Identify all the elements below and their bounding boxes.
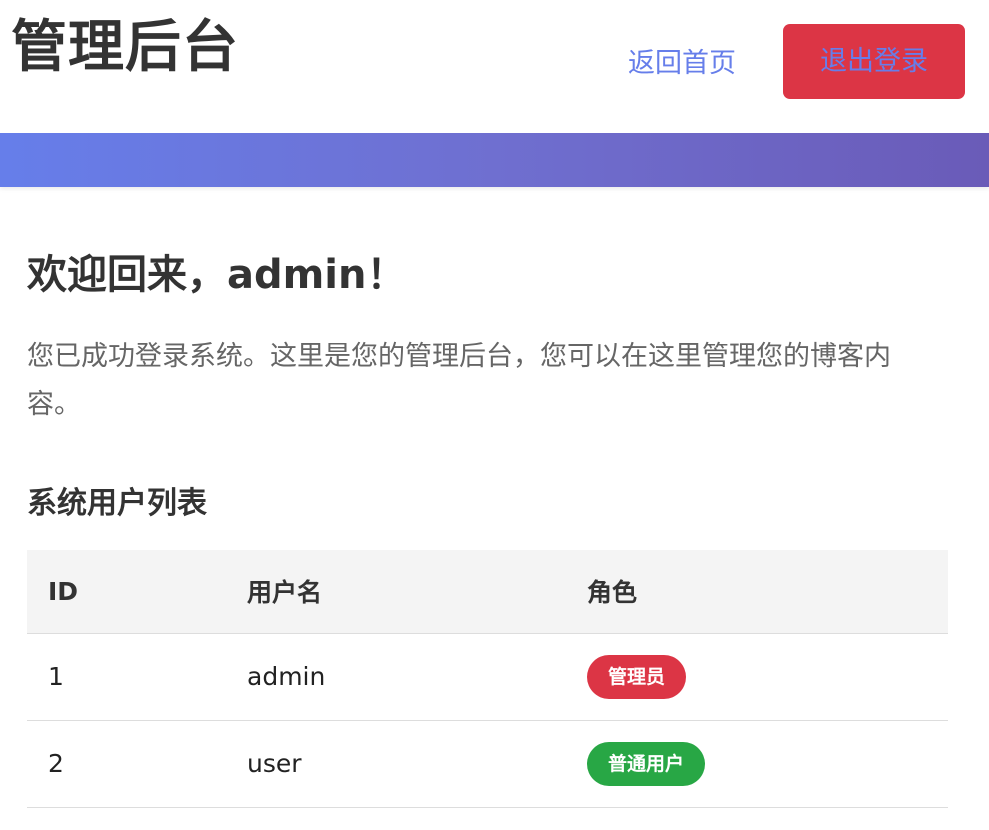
- column-header-role: 角色: [566, 550, 948, 634]
- column-header-id: ID: [27, 550, 226, 634]
- logout-button[interactable]: 退出登录: [783, 24, 965, 99]
- role-badge: 管理员: [587, 654, 687, 699]
- table-row: 2 user 普通用户: [27, 720, 948, 808]
- site-title: 管理后台: [11, 15, 239, 80]
- home-link[interactable]: 返回首页: [628, 44, 736, 84]
- user-id-cell: 2: [27, 720, 226, 808]
- welcome-title: 欢迎回来，admin！: [27, 252, 407, 298]
- role-cell: 普通用户: [566, 720, 948, 808]
- column-header-username: 用户名: [226, 550, 566, 634]
- username-cell: user: [226, 720, 566, 808]
- role-cell: 管理员: [566, 633, 948, 721]
- table-header-row: ID 用户名 角色: [27, 550, 948, 634]
- username-cell: admin: [226, 633, 566, 721]
- user-id-cell: 1: [27, 633, 226, 721]
- header-banner: [0, 133, 989, 187]
- user-table: ID 用户名 角色 1 admin 管理员 2 user 普通用户: [27, 550, 948, 808]
- table-row: 1 admin 管理员: [27, 633, 948, 721]
- user-list-title: 系统用户列表: [27, 486, 207, 521]
- page-header: 管理后台 返回首页 退出登录: [0, 0, 989, 133]
- role-badge: 普通用户: [587, 741, 706, 786]
- welcome-text: 您已成功登录系统。这里是您的管理后台，您可以在这里管理您的博客内容。: [27, 341, 891, 420]
